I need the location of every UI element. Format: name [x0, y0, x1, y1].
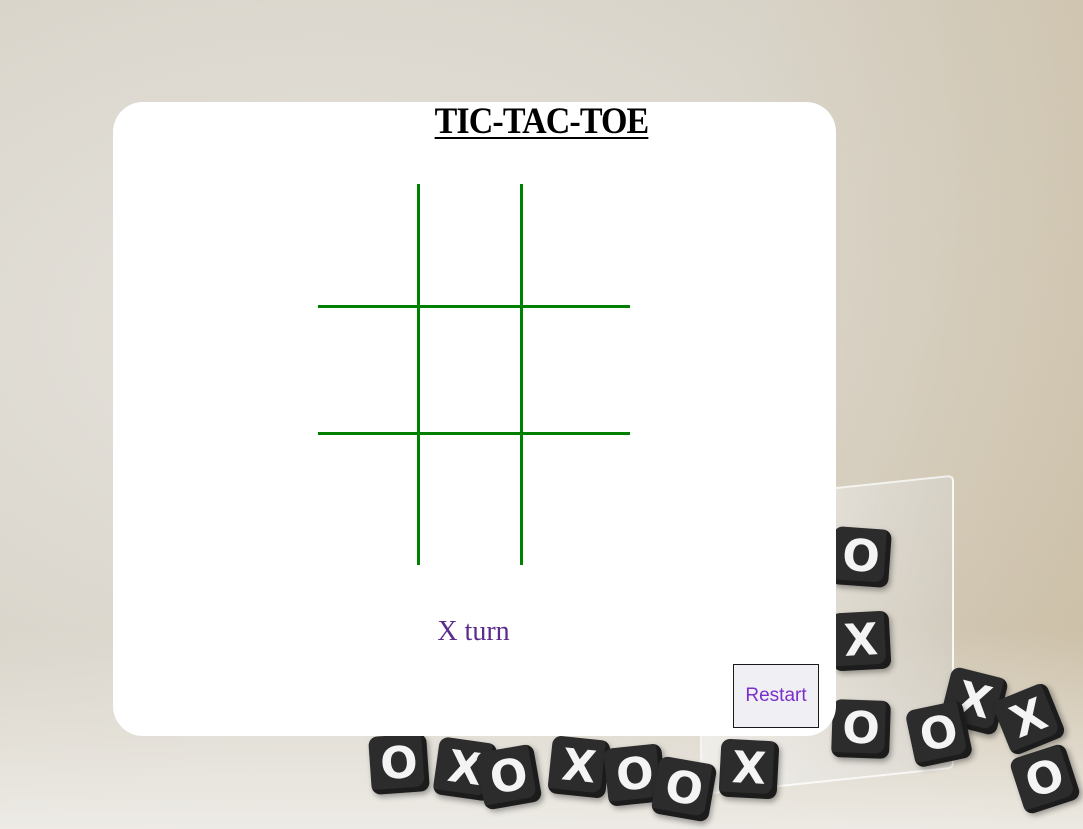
board-cell-1[interactable] — [318, 184, 420, 308]
board-cell-9[interactable] — [523, 435, 630, 565]
game-board — [318, 184, 630, 565]
die-icon: O — [368, 733, 430, 795]
die-icon: O — [831, 699, 891, 759]
turn-status: X turn — [437, 616, 510, 647]
restart-button[interactable]: Restart — [733, 664, 819, 728]
board-cell-6[interactable] — [523, 308, 630, 435]
die-icon: O — [904, 699, 974, 769]
die-icon: X — [718, 738, 780, 800]
game-title: TIC-TAC-TOE — [434, 101, 650, 142]
die-icon: O — [475, 743, 543, 811]
board-cell-3[interactable] — [523, 184, 630, 308]
board-cell-4[interactable] — [318, 308, 420, 435]
die-icon: X — [547, 735, 611, 799]
die-icon: O — [650, 755, 718, 823]
board-cell-2[interactable] — [420, 184, 523, 308]
board-cell-8[interactable] — [420, 435, 523, 565]
board-cell-5[interactable] — [420, 308, 523, 435]
die-icon: O — [830, 526, 892, 588]
board-cell-7[interactable] — [318, 435, 420, 565]
